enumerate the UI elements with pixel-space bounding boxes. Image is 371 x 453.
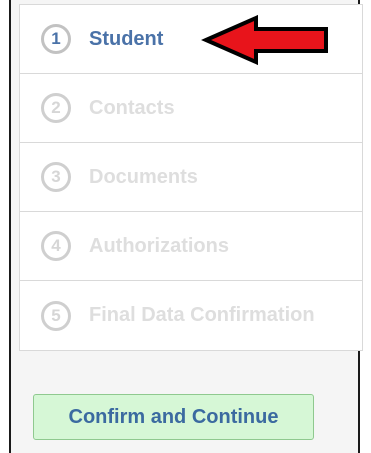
step-label: Documents [89, 165, 198, 188]
step-number-badge: 5 [41, 300, 71, 331]
wizard-step-final-data-confirmation[interactable]: 5 Final Data Confirmation [20, 281, 362, 350]
wizard-step-authorizations[interactable]: 4 Authorizations [20, 212, 362, 281]
step-label: Student [89, 27, 164, 50]
wizard-step-contacts[interactable]: 2 Contacts [20, 74, 362, 143]
confirm-and-continue-button[interactable]: Confirm and Continue [33, 394, 314, 440]
step-number-badge: 3 [41, 162, 71, 192]
step-number-badge: 4 [41, 231, 71, 261]
step-number-badge: 1 [41, 24, 71, 54]
step-label: Authorizations [89, 234, 229, 257]
step-number-badge: 2 [41, 93, 71, 123]
red-left-arrow-icon [201, 14, 328, 66]
wizard-step-documents[interactable]: 3 Documents [20, 143, 362, 212]
step-label: Contacts [89, 96, 175, 119]
step-label: Final Data Confirmation [89, 304, 315, 326]
